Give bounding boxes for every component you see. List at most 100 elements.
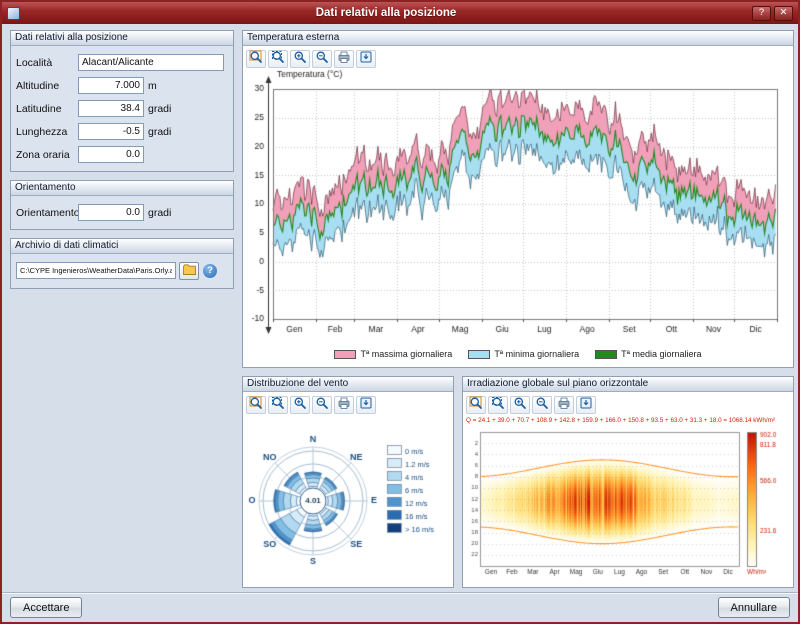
print-button[interactable]	[334, 396, 354, 414]
orientation-groupbox-header: Orientamento	[11, 181, 233, 196]
field-label: Orientamento	[16, 207, 78, 219]
print-icon	[557, 396, 571, 413]
zoom-all-icon	[469, 396, 483, 413]
legend-label: Tª media giornaliera	[621, 349, 701, 359]
orientation-fields: Orientamento gradi	[11, 196, 233, 228]
zoom-in-button[interactable]	[290, 396, 310, 414]
zoom-all-icon	[249, 396, 263, 413]
field-row-lunghezza: Lunghezzagradi	[16, 120, 228, 143]
field-unit: gradi	[148, 126, 171, 138]
export-icon	[579, 396, 593, 413]
temperature-legend: Tª massima giornaliera Tª minima giornali…	[245, 345, 791, 363]
irradiation-toolbar	[465, 394, 791, 415]
legend-item: Tª minima giornaliera	[468, 349, 579, 359]
export-button[interactable]	[356, 50, 376, 68]
wind-panel: Distribuzione del vento	[242, 376, 454, 588]
zoom-all-icon	[249, 50, 263, 67]
weather-file-groupbox-header: Archivio di dati climatici	[11, 239, 233, 254]
wind-panel-header: Distribuzione del vento	[243, 377, 453, 392]
irradiation-formula: Q = 24.1 + 39.0 + 70.7 + 108.9 + 142.8 +…	[465, 415, 791, 427]
zoom-window-button[interactable]	[268, 50, 288, 68]
position-fields: LocalitàAltitudinemLatitudinegradiLunghe…	[11, 46, 233, 170]
zoom-in-icon	[293, 50, 307, 67]
accept-button[interactable]: Accettare	[10, 597, 82, 618]
field-unit: m	[148, 80, 157, 92]
app-icon	[7, 7, 20, 20]
zoom-out-icon	[535, 396, 549, 413]
legend-label: Tª massima giornaliera	[360, 349, 452, 359]
folder-icon	[183, 263, 196, 278]
field-row-località: Località	[16, 51, 228, 74]
wind-rose-chart[interactable]	[245, 415, 451, 581]
legend-swatch	[334, 350, 356, 359]
field-label: Zona oraria	[16, 149, 78, 161]
temperature-toolbar	[245, 48, 791, 69]
position-groupbox: Dati relativi alla posizione Località Alt…	[10, 30, 234, 172]
zoom-in-icon	[293, 396, 307, 413]
print-icon	[337, 50, 351, 67]
zoom-out-button[interactable]	[312, 50, 332, 68]
weather-file-groupbox: Archivio di dati climatici ?	[10, 238, 234, 289]
zoom-in-icon	[513, 396, 527, 413]
cancel-button[interactable]: Annullare	[718, 597, 790, 618]
orientation-groupbox: Orientamento Orientamento gradi	[10, 180, 234, 230]
zoom-all-button[interactable]	[466, 396, 486, 414]
export-icon	[359, 396, 373, 413]
wind-toolbar	[245, 394, 451, 415]
export-button[interactable]	[576, 396, 596, 414]
zoom-all-button[interactable]	[246, 396, 266, 414]
temperature-chart[interactable]	[245, 69, 791, 345]
legend-item: Tª media giornaliera	[595, 349, 701, 359]
print-button[interactable]	[334, 50, 354, 68]
lunghezza-input[interactable]	[78, 123, 144, 140]
irradiation-panel-header: Irradiazione globale sul piano orizzonta…	[463, 377, 793, 392]
zoom-window-icon	[271, 396, 285, 413]
zona-oraria-input[interactable]	[78, 146, 144, 163]
position-groupbox-header: Dati relativi alla posizione	[11, 31, 233, 46]
località-input[interactable]	[78, 54, 224, 71]
help-button[interactable]: ?	[752, 6, 771, 21]
field-row-altitudine: Altitudine m	[16, 74, 228, 97]
browse-weather-file-button[interactable]	[179, 262, 199, 280]
zoom-in-button[interactable]	[510, 396, 530, 414]
zoom-window-icon	[491, 396, 505, 413]
temperature-panel-header: Temperatura esterna	[243, 31, 793, 46]
field-label: Latitudine	[16, 103, 78, 115]
print-button[interactable]	[554, 396, 574, 414]
window-title: Dati relativi alla posizione	[24, 7, 748, 19]
field-row-zona-oraria: Zona oraria	[16, 143, 228, 166]
weather-file-row: ?	[16, 259, 228, 282]
location-data-dialog: Dati relativi alla posizione ? ✕ Dati re…	[0, 0, 800, 624]
legend-swatch	[595, 350, 617, 359]
irradiation-heatmap[interactable]	[465, 427, 791, 579]
close-button[interactable]: ✕	[774, 6, 793, 21]
field-row-latitudine: Latitudinegradi	[16, 97, 228, 120]
title-buttons: ? ✕	[752, 6, 793, 21]
legend-swatch	[468, 350, 490, 359]
temperature-panel: Temperatura esterna Tª massima giornalie…	[242, 30, 794, 368]
field-label: Località	[16, 57, 78, 69]
weather-file-path-input[interactable]	[16, 262, 176, 279]
zoom-out-icon	[315, 50, 329, 67]
zoom-window-button[interactable]	[488, 396, 508, 414]
zoom-out-button[interactable]	[532, 396, 552, 414]
zoom-window-button[interactable]	[268, 396, 288, 414]
legend-label: Tª minima giornaliera	[494, 349, 579, 359]
zoom-out-button[interactable]	[312, 396, 332, 414]
altitudine-input[interactable]	[78, 77, 144, 94]
zoom-out-icon	[315, 396, 329, 413]
irradiation-panel: Irradiazione globale sul piano orizzonta…	[462, 376, 794, 588]
print-icon	[337, 396, 351, 413]
weather-file-help-button[interactable]: ?	[203, 264, 217, 278]
orientamento-input[interactable]	[78, 204, 144, 221]
export-icon	[359, 50, 373, 67]
field-label: Altitudine	[16, 80, 78, 92]
field-row-orientamento: Orientamento gradi	[16, 201, 228, 224]
field-unit: gradi	[148, 207, 171, 219]
button-bar: Accettare Annullare	[2, 592, 798, 622]
export-button[interactable]	[356, 396, 376, 414]
latitudine-input[interactable]	[78, 100, 144, 117]
title-bar[interactable]: Dati relativi alla posizione ? ✕	[2, 2, 798, 24]
zoom-all-button[interactable]	[246, 50, 266, 68]
zoom-in-button[interactable]	[290, 50, 310, 68]
